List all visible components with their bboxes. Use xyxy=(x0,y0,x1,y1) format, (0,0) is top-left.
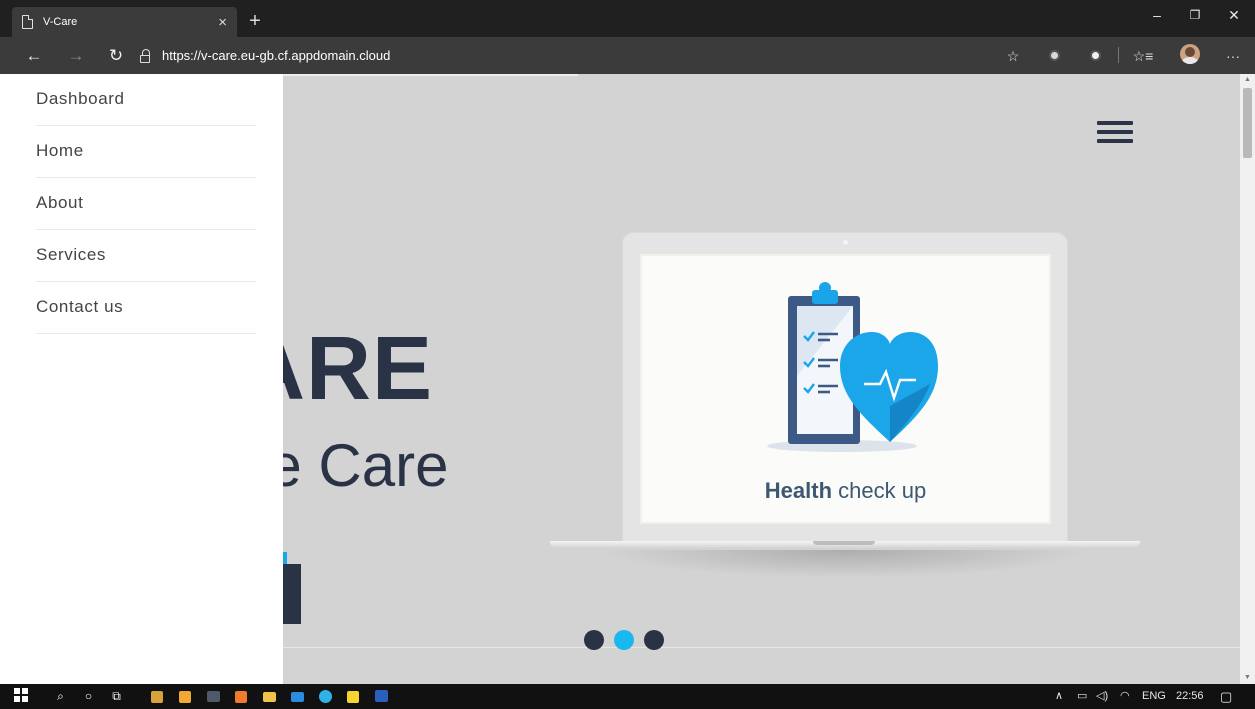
laptop-shadow xyxy=(600,550,1090,578)
scroll-down-arrow-icon[interactable]: ▼ xyxy=(1240,672,1255,684)
screen-caption: Health check up xyxy=(764,478,927,503)
scroll-thumb[interactable] xyxy=(1243,88,1252,158)
battery-icon[interactable]: ▭ xyxy=(1077,684,1087,709)
extension-icon-2[interactable] xyxy=(1084,45,1106,67)
health-checkup-illustration xyxy=(767,282,938,452)
browser-tab[interactable]: V-Care × xyxy=(12,7,237,37)
favorite-star-icon[interactable]: ☆ xyxy=(1002,45,1024,67)
browser-tabstrip: V-Care × + – ❐ ✕ xyxy=(0,0,1255,37)
windows-start-icon[interactable] xyxy=(12,688,29,705)
side-navigation: Dashboard Home About Services Contact us xyxy=(0,74,283,684)
carousel-dot-1[interactable] xyxy=(584,630,604,650)
tab-title: V-Care xyxy=(43,16,78,28)
wifi-icon[interactable]: ◠ xyxy=(1120,684,1130,709)
language-indicator[interactable]: ENG xyxy=(1142,684,1166,709)
word-icon[interactable] xyxy=(375,690,388,702)
load-progress xyxy=(283,74,578,76)
extension-icon[interactable] xyxy=(1043,45,1065,67)
carousel-dot-2[interactable] xyxy=(614,630,634,650)
hero-button-partial[interactable] xyxy=(283,564,301,624)
search-icon[interactable]: ⌕ xyxy=(52,688,69,705)
notifications-icon[interactable]: ▢ xyxy=(1220,684,1232,709)
restore-button[interactable]: ❐ xyxy=(1176,0,1214,30)
more-menu-icon[interactable]: ··· xyxy=(1222,45,1244,67)
page-viewport: ARE ake Care Health check up ▲ ▼ Dashboa… xyxy=(0,74,1255,684)
sidebar-menu: Dashboard Home About Services Contact us xyxy=(36,74,256,334)
sidebar-item-services[interactable]: Services xyxy=(36,230,256,282)
file-explorer-icon[interactable] xyxy=(263,692,276,702)
carousel-indicators xyxy=(584,630,664,650)
forward-arrow-icon[interactable]: → xyxy=(62,42,90,70)
toolbar-divider xyxy=(1118,47,1119,63)
favorites-icon[interactable]: ☆≡ xyxy=(1132,45,1154,67)
task-view-icon[interactable]: ⧉ xyxy=(108,688,125,705)
sidebar-item-dashboard[interactable]: Dashboard xyxy=(36,74,256,126)
cortana-icon[interactable]: ○ xyxy=(80,688,97,705)
hamburger-menu-icon[interactable] xyxy=(1097,121,1133,143)
carousel-dot-3[interactable] xyxy=(644,630,664,650)
scroll-up-arrow-icon[interactable]: ▲ xyxy=(1240,74,1255,86)
clock[interactable]: 22:56 xyxy=(1176,684,1204,709)
refresh-icon[interactable]: ↻ xyxy=(102,42,130,70)
sublime-icon[interactable] xyxy=(179,691,191,703)
tab-close-icon[interactable]: × xyxy=(218,14,227,31)
tray-expand-icon[interactable]: ∧ xyxy=(1055,684,1063,709)
new-tab-button[interactable]: + xyxy=(240,7,270,37)
sticky-notes-icon[interactable] xyxy=(347,691,359,703)
laptop-screen: Health check up xyxy=(640,254,1051,524)
page-icon xyxy=(22,15,33,29)
sidebar-item-home[interactable]: Home xyxy=(36,126,256,178)
profile-avatar[interactable] xyxy=(1180,44,1200,64)
sidebar-item-contact-us[interactable]: Contact us xyxy=(36,282,256,334)
store-icon[interactable] xyxy=(151,691,163,703)
volume-icon[interactable]: ◁) xyxy=(1096,684,1108,709)
windows-taskbar: ⌕ ○ ⧉ ∧ ▭ ◁) ◠ ENG 22:56 ▢ xyxy=(0,684,1255,709)
hero-accent xyxy=(283,552,287,564)
edge-browser-icon[interactable] xyxy=(319,690,332,703)
mail-icon[interactable] xyxy=(291,692,304,702)
terminal-icon[interactable] xyxy=(207,691,220,702)
page-scrollbar[interactable]: ▲ ▼ xyxy=(1240,74,1255,684)
lock-icon xyxy=(140,48,150,63)
back-arrow-icon[interactable]: ← xyxy=(20,42,48,70)
address-bar[interactable]: https://v-care.eu-gb.cf.appdomain.cloud xyxy=(140,42,1020,69)
laptop-notch xyxy=(813,541,875,545)
close-window-button[interactable]: ✕ xyxy=(1215,0,1253,30)
url-text: https://v-care.eu-gb.cf.appdomain.cloud xyxy=(162,48,391,63)
browser-toolbar: ← → ↻ https://v-care.eu-gb.cf.appdomain.… xyxy=(0,37,1255,74)
minimize-button[interactable]: – xyxy=(1138,0,1176,30)
laptop-illustration: Health check up xyxy=(622,232,1068,544)
sidebar-item-about[interactable]: About xyxy=(36,178,256,230)
xampp-icon[interactable] xyxy=(235,691,247,703)
section-divider xyxy=(283,647,1240,648)
laptop-camera xyxy=(843,240,848,245)
